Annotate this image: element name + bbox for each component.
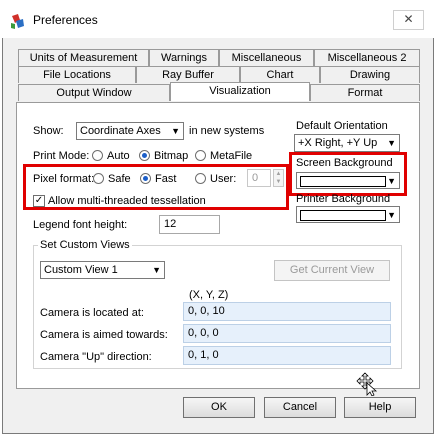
close-button[interactable]: ✕ (393, 10, 424, 30)
show-label: Show: (33, 125, 64, 137)
tab-drawing[interactable]: Drawing (320, 66, 420, 83)
camera-location-label: Camera is located at: (40, 307, 144, 319)
get-current-view-button[interactable]: Get Current View (274, 260, 390, 281)
chevron-down-icon: ▼ (387, 210, 396, 220)
camera-up-label: Camera "Up" direction: (40, 351, 152, 363)
tab-format[interactable]: Format (310, 84, 420, 101)
camera-aimed-input[interactable]: 0, 0, 0 (183, 324, 391, 343)
legend-font-input[interactable]: 12 (159, 215, 220, 234)
print-mode-auto-radio[interactable] (92, 150, 103, 161)
custom-view-select[interactable]: Custom View 1 ▼ (40, 261, 165, 279)
tab-output-window[interactable]: Output Window (18, 84, 170, 101)
tab-units-of-measurement[interactable]: Units of Measurement (18, 49, 149, 66)
print-mode-auto-label: Auto (107, 150, 130, 162)
print-mode-label: Print Mode: (33, 150, 90, 162)
default-orientation-select[interactable]: +X Right, +Y Up ▼ (294, 134, 400, 152)
legend-font-label: Legend font height: (33, 219, 128, 231)
screen-background-select[interactable]: ▼ (296, 172, 400, 189)
camera-location-input[interactable]: 0, 0, 10 (183, 302, 391, 321)
window-title: Preferences (33, 13, 98, 27)
tab-visualization[interactable]: Visualization (170, 82, 310, 101)
screen-background-swatch (300, 176, 386, 187)
default-orientation-value: +X Right, +Y Up (298, 137, 378, 149)
highlight-box-pixel-format (23, 164, 289, 210)
printer-background-label: Printer Background (296, 193, 391, 205)
tab-miscellaneous[interactable]: Miscellaneous (219, 49, 314, 66)
camera-aimed-label: Camera is aimed towards: (40, 329, 168, 341)
xyz-header: (X, Y, Z) (189, 289, 229, 301)
tab-warnings[interactable]: Warnings (149, 49, 219, 66)
printer-background-select[interactable]: ▼ (296, 206, 400, 223)
app-icon (9, 12, 27, 30)
ok-button[interactable]: OK (183, 397, 255, 418)
screen-background-label: Screen Background (296, 157, 393, 169)
show-select[interactable]: Coordinate Axes ▼ (76, 122, 184, 140)
cancel-button[interactable]: Cancel (264, 397, 336, 418)
move-cursor-icon (356, 372, 378, 397)
show-suffix: in new systems (189, 125, 265, 137)
print-mode-bitmap-radio[interactable] (139, 150, 150, 161)
chevron-down-icon: ▼ (387, 138, 396, 148)
chevron-down-icon: ▼ (171, 126, 180, 136)
print-mode-bitmap-label: Bitmap (154, 150, 189, 162)
tab-chart[interactable]: Chart (240, 66, 320, 83)
print-mode-metafile-radio[interactable] (195, 150, 206, 161)
custom-view-select-value: Custom View 1 (44, 264, 118, 276)
tab-miscellaneous-2[interactable]: Miscellaneous 2 (314, 49, 420, 66)
camera-up-input[interactable]: 0, 1, 0 (183, 346, 391, 365)
tab-ray-buffer[interactable]: Ray Buffer (136, 66, 240, 83)
chevron-down-icon: ▼ (152, 265, 161, 275)
tab-file-locations[interactable]: File Locations (18, 66, 136, 83)
help-button[interactable]: Help (344, 397, 416, 418)
close-icon: ✕ (403, 12, 414, 26)
default-orientation-label: Default Orientation (296, 120, 388, 132)
chevron-down-icon: ▼ (387, 176, 396, 186)
print-mode-metafile-label: MetaFile (210, 150, 253, 162)
custom-views-group-label: Set Custom Views (38, 239, 132, 251)
show-select-value: Coordinate Axes (80, 125, 161, 137)
printer-background-swatch (300, 210, 386, 221)
